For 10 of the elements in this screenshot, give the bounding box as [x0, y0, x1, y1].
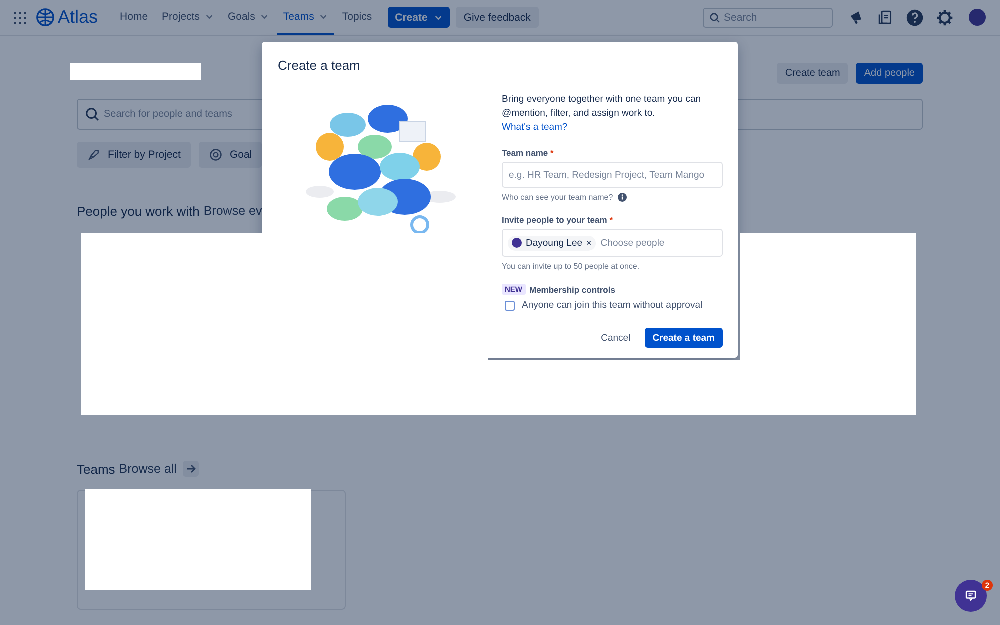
section-label: Membership controls — [530, 284, 616, 294]
checkbox-label: Anyone can join this team without approval — [522, 300, 703, 311]
dialog-title: Create a team — [278, 58, 362, 73]
help-text: You can invite up to 50 people at once. — [502, 262, 640, 271]
section-title: People you work with — [77, 204, 200, 218]
section-title: Teams — [77, 462, 116, 476]
field-label: Team name * — [502, 148, 555, 158]
intro-text: Bring everyone together with one team you can @mention, filter, and assign work to. What's a team? — [502, 93, 702, 135]
help-text: Who can see your team name? — [502, 193, 614, 202]
field-label: Invite people to your team * — [502, 215, 614, 225]
